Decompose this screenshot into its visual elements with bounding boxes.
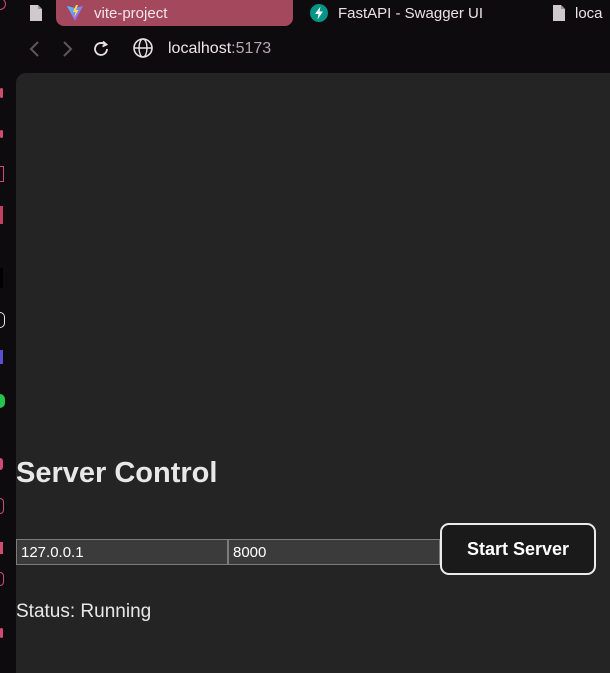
globe-icon[interactable] <box>132 37 154 59</box>
sidebar-app-icon[interactable] <box>0 498 4 514</box>
fastapi-icon <box>310 4 328 22</box>
tab-fastapi-swagger[interactable]: FastAPI - Swagger UI <box>300 0 540 26</box>
profile-icon[interactable] <box>0 0 6 10</box>
browser-toolbar: localhost:5173 <box>0 26 610 72</box>
sidebar-app-icon[interactable] <box>0 312 5 328</box>
reload-icon <box>94 40 109 56</box>
sidebar-app-icon[interactable] <box>0 628 3 638</box>
page-viewport: Server Control Start Server Status: Runn… <box>16 73 610 673</box>
tab-label: loca <box>575 4 603 22</box>
back-button[interactable] <box>24 38 46 60</box>
reload-button[interactable] <box>90 38 112 60</box>
sidebar <box>0 72 16 661</box>
arrow-right-icon <box>63 41 73 57</box>
tab-strip: vite-project FastAPI - Swagger UI loca <box>0 0 610 26</box>
file-icon <box>30 5 42 21</box>
tab-label: vite-project <box>94 4 168 22</box>
file-icon <box>553 5 565 21</box>
sidebar-app-icon[interactable] <box>0 542 3 554</box>
page-title: Server Control <box>16 457 218 489</box>
status-text: Status: Running <box>16 601 152 622</box>
url-port: :5173 <box>231 40 272 57</box>
sidebar-app-icon[interactable] <box>0 394 5 408</box>
url-host: localhost <box>168 40 232 57</box>
vite-icon <box>67 5 83 21</box>
address-bar[interactable]: localhost:5173 <box>168 40 271 58</box>
sidebar-app-icon[interactable] <box>0 166 4 182</box>
sidebar-app-icon[interactable] <box>0 572 4 586</box>
sidebar-app-icon[interactable] <box>0 268 3 288</box>
tab-label: FastAPI - Swagger UI <box>338 4 484 22</box>
sidebar-app-icon[interactable] <box>0 88 3 98</box>
sidebar-app-icon[interactable] <box>0 130 3 138</box>
arrow-left-icon <box>29 41 39 57</box>
sidebar-app-icon[interactable] <box>0 206 3 224</box>
port-input[interactable] <box>228 539 440 565</box>
sidebar-app-icon[interactable] <box>0 350 3 364</box>
tab-local[interactable]: loca <box>545 0 610 26</box>
start-server-button[interactable]: Start Server <box>440 523 596 575</box>
sidebar-app-icon[interactable] <box>0 458 3 470</box>
host-input[interactable] <box>16 539 228 565</box>
tab-vite-project[interactable]: vite-project <box>56 0 293 26</box>
forward-button[interactable] <box>56 38 78 60</box>
